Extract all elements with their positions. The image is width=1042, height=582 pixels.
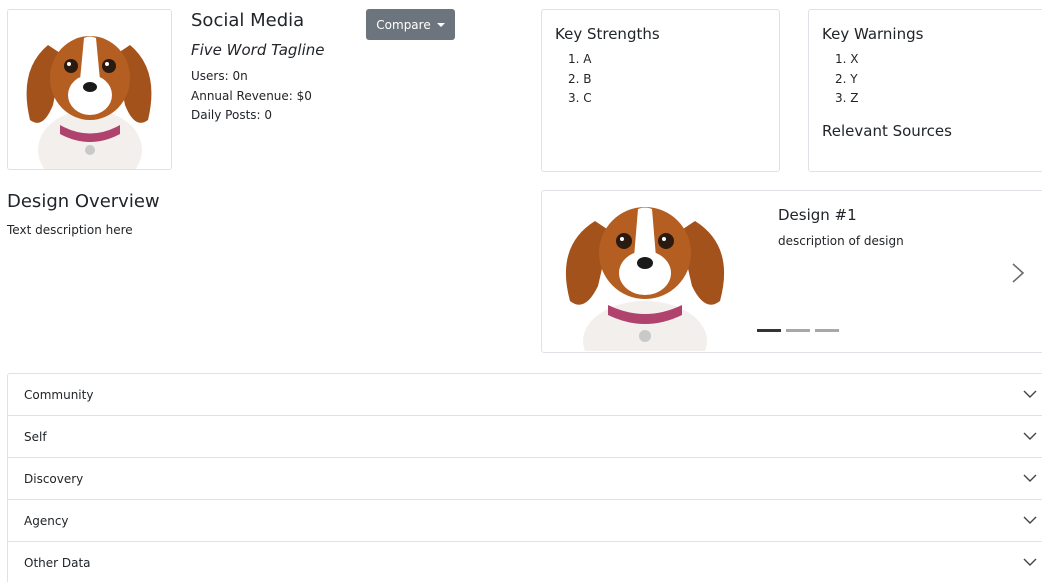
key-strengths-card: Key Strengths 1. A 2. B 3. C <box>541 9 780 172</box>
list-item: 2. B <box>568 71 592 86</box>
caret-down-icon <box>436 22 445 27</box>
carousel-next-button[interactable] <box>1007 261 1029 285</box>
chevron-down-icon <box>1023 474 1037 482</box>
key-warnings-title: Key Warnings <box>822 25 924 43</box>
users-stat: Users: 0n <box>191 69 248 83</box>
chevron-right-icon <box>1012 263 1025 283</box>
carousel-indicators <box>757 329 839 332</box>
list-item: 1. A <box>568 52 592 66</box>
accordion-item-self[interactable]: Self <box>8 416 1042 458</box>
design-overview-title: Design Overview <box>7 191 160 212</box>
design-overview-text: Text description here <box>7 223 133 237</box>
accordion-label: Other Data <box>24 556 91 570</box>
key-warnings-list: 1. X 2. Y 3. Z <box>835 50 858 109</box>
accordion-item-discovery[interactable]: Discovery <box>8 458 1042 500</box>
accordion-label: Discovery <box>24 472 84 486</box>
revenue-stat: Annual Revenue: $0 <box>191 89 312 103</box>
carousel-slide-description: description of design <box>778 234 904 248</box>
accordion: Community Self Discovery Agency Other Da… <box>7 373 1042 582</box>
list-item: 1. X <box>835 52 859 66</box>
carousel-slide-image <box>550 191 750 351</box>
page-title: Social Media <box>191 10 305 31</box>
posts-stat: Daily Posts: 0 <box>191 108 273 122</box>
accordion-item-community[interactable]: Community <box>8 374 1042 416</box>
accordion-label: Self <box>24 430 47 444</box>
list-item: 3. Z <box>835 91 859 105</box>
profile-image-card <box>7 9 172 170</box>
compare-dropdown-button[interactable]: Compare <box>366 9 455 40</box>
list-item: 2. Y <box>835 71 858 86</box>
page: Social Media Five Word Tagline Users: 0n… <box>0 0 1042 582</box>
list-item: 3. C <box>568 91 592 105</box>
accordion-item-other-data[interactable]: Other Data <box>8 542 1042 582</box>
chevron-down-icon <box>1023 558 1037 566</box>
key-strengths-title: Key Strengths <box>555 25 660 43</box>
chevron-down-icon <box>1023 516 1037 524</box>
tagline: Five Word Tagline <box>191 41 325 59</box>
design-carousel: Design #1 description of design <box>541 190 1042 353</box>
key-strengths-list: 1. A 2. B 3. C <box>568 50 592 109</box>
carousel-indicator[interactable] <box>815 329 839 332</box>
dog-photo <box>550 191 750 351</box>
key-warnings-card: Key Warnings 1. X 2. Y 3. Z Relevant Sou… <box>808 9 1042 172</box>
accordion-label: Community <box>24 388 94 402</box>
carousel-indicator[interactable] <box>757 329 781 332</box>
dog-photo <box>8 10 171 169</box>
compare-label: Compare <box>376 17 431 32</box>
accordion-item-agency[interactable]: Agency <box>8 500 1042 542</box>
carousel-slide-title: Design #1 <box>778 206 857 224</box>
carousel-indicator[interactable] <box>786 329 810 332</box>
relevant-sources-title: Relevant Sources <box>822 122 952 140</box>
chevron-down-icon <box>1023 390 1037 398</box>
accordion-label: Agency <box>24 514 69 528</box>
chevron-down-icon <box>1023 432 1037 440</box>
